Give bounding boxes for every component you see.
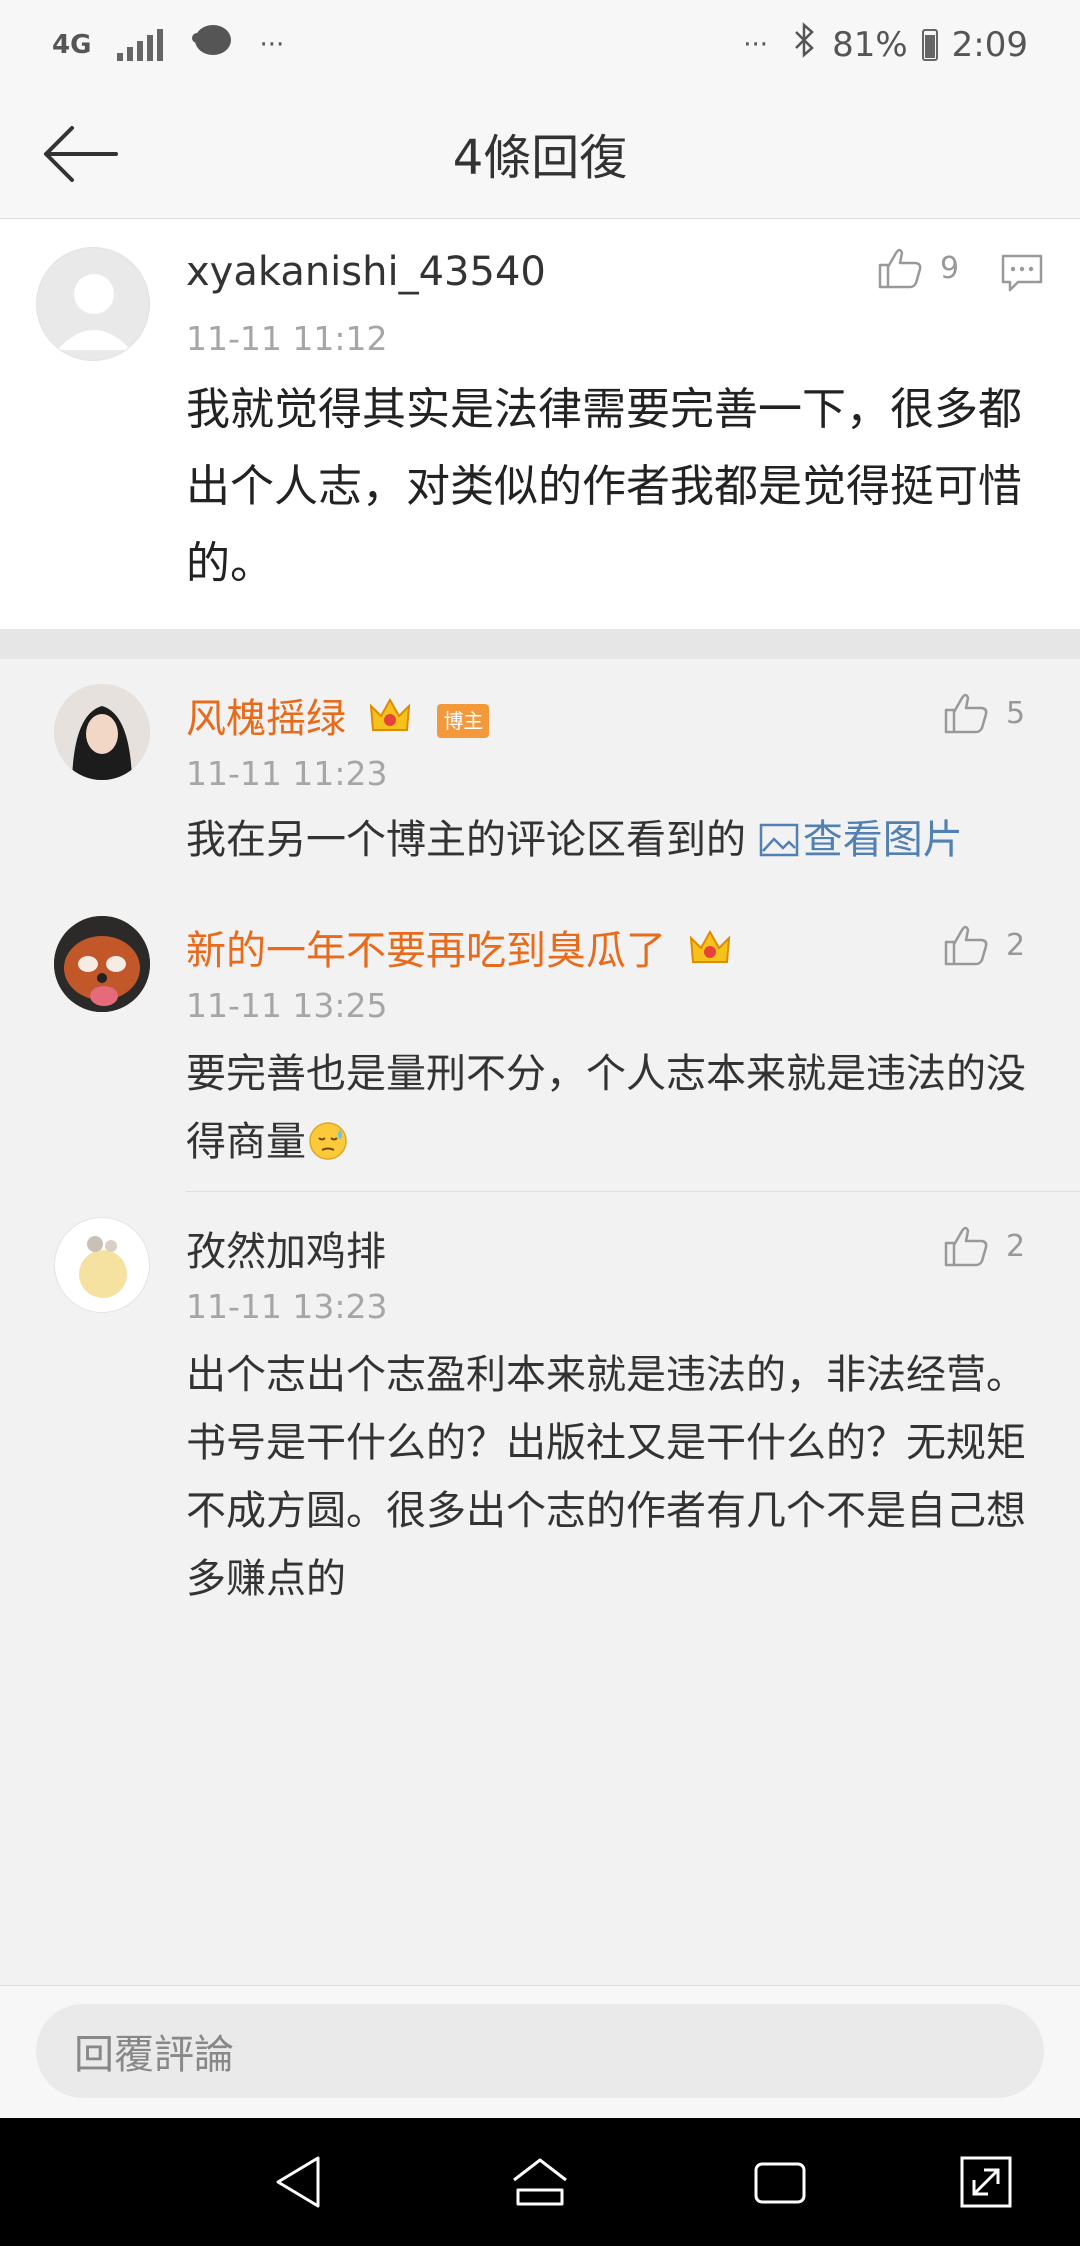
image-icon [759,823,798,857]
view-image-text: 查看图片 [802,817,963,863]
crown-icon [369,696,411,746]
comment-reply-button[interactable] [1000,253,1044,293]
reply-time: 11-11 11:23 [186,754,388,793]
reply-username[interactable]: 孜然加鸡排 [186,1219,386,1277]
avatar[interactable] [54,916,150,1012]
reply-username-text: 新的一年不要再吃到臭瓜了 [186,928,666,974]
view-image-link[interactable]: 查看图片 [759,817,963,863]
recents-icon [754,2162,806,2204]
like-count: 9 [940,250,960,286]
reply-content-text: 我在另一个博主的评论区看到的 [186,817,759,863]
comment-username[interactable]: xyakanishi_43540 [186,249,546,295]
avatar[interactable] [36,247,150,361]
like-button[interactable]: 5 [942,690,1025,736]
red-panda-avatar-icon [54,916,150,1012]
reply-divider [186,1191,1080,1192]
status-bar: 4G ··· ··· 81% 2:09 [0,0,1080,90]
system-nav-bar [0,2118,1080,2246]
comment-content: 我就觉得其实是法律需要完善一下，很多都出个人志，对类似的作者我都是觉得挺可惜的。 [186,384,1022,589]
thumbs-up-icon [944,693,988,734]
reply-content: 出个志出个志盈利本来就是违法的，非法经营。书号是干什么的？出版社又是干什么的？无… [186,1352,1026,1602]
nav-recents-button[interactable] [748,2150,812,2214]
main-comment: xyakanishi_43540 11-11 11:12 9 我就觉得其实是法律… [0,219,1080,629]
nav-home-button[interactable] [508,2150,572,2214]
reply-content: 我在另一个博主的评论区看到的 查看图片 [186,806,1046,874]
default-user-icon [57,274,131,350]
like-button[interactable]: 2 [942,922,1025,968]
reply-input-bar: 回覆評論 [0,1985,1080,2119]
battery-percent: 81% [832,24,908,65]
reply-username[interactable]: 风槐摇绿 博主 [186,686,490,746]
page-title: 4條回復 [452,130,628,186]
bluetooth-icon [792,22,818,67]
sweat-emoji-icon [308,1114,348,1182]
home-icon [513,2158,567,2206]
nav-expand-button[interactable] [954,2150,1018,2214]
more-dots-left: ··· [259,29,285,60]
thumbs-up-icon [944,1226,988,1267]
like-count: 2 [1006,1228,1026,1264]
avatar-photo-icon [54,684,150,780]
reply-content: 要完善也是量刑不分，个人志本来就是违法的没得商量 [186,1040,1046,1182]
reply-input[interactable]: 回覆評論 [36,2004,1044,2098]
more-dots-right: ··· [743,29,769,60]
crown-icon [689,928,731,978]
comment-time: 11-11 11:12 [186,319,388,358]
clock: 2:09 [951,24,1028,65]
blogger-badge: 博主 [437,704,490,738]
avatar[interactable] [54,1217,150,1313]
like-count: 2 [1006,927,1026,963]
thumbs-up-icon [878,248,922,289]
thumbs-up-icon [944,925,988,966]
comment-icon [1001,254,1043,292]
like-count: 5 [1006,695,1026,731]
notification-icon [189,22,233,67]
reply-time: 11-11 13:23 [186,1287,388,1326]
section-divider [0,629,1080,659]
network-indicator: 4G [52,29,92,60]
triangle-back-icon [276,2156,320,2208]
expand-icon [960,2156,1012,2208]
avatar[interactable] [54,684,150,780]
reply-username-text: 风槐摇绿 [186,696,346,742]
like-button[interactable]: 2 [942,1223,1025,1269]
battery-icon [921,28,938,61]
like-button[interactable]: 9 [876,245,959,291]
signal-icon [117,28,164,61]
reply-username[interactable]: 新的一年不要再吃到臭瓜了 [186,918,731,978]
avatar-drawing-icon [79,1236,127,1298]
reply-time: 11-11 13:25 [186,986,388,1025]
nav-back-button[interactable] [268,2150,332,2214]
top-header: 4條回復 [0,90,1080,219]
